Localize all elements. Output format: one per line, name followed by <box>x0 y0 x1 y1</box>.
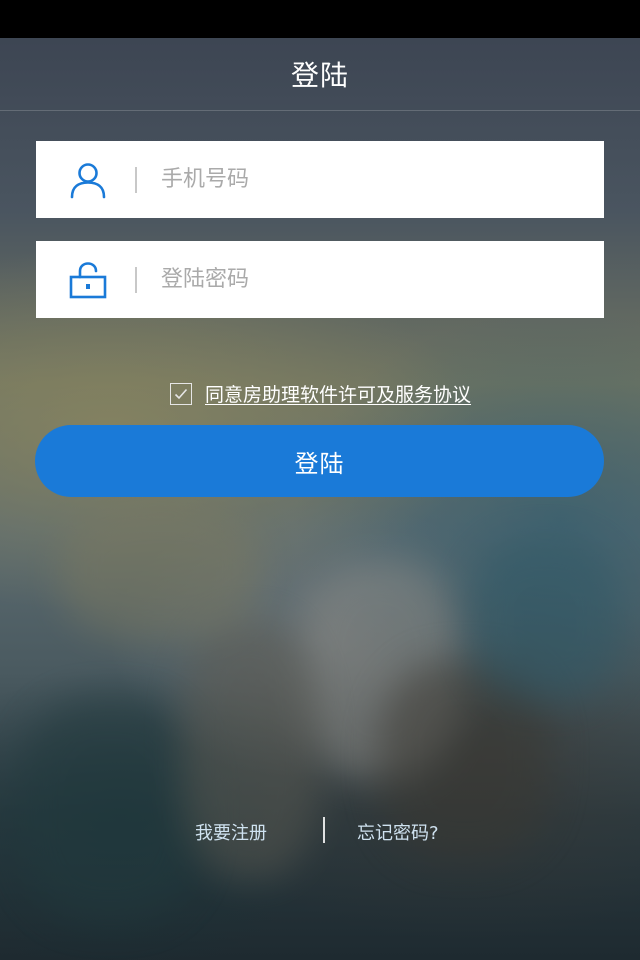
background-blob <box>470 540 620 700</box>
agreement-row: 同意房助理软件许可及服务协议 <box>170 380 471 407</box>
background-blob <box>20 700 200 920</box>
agree-checkbox[interactable] <box>170 382 192 405</box>
background-blob <box>60 500 260 640</box>
page-title: 登陆 <box>290 59 349 92</box>
user-icon <box>68 160 108 200</box>
field-divider <box>135 166 137 193</box>
login-button[interactable]: 登陆 <box>35 425 604 497</box>
status-bar <box>0 0 640 38</box>
agreement-link[interactable]: 同意房助理软件许可及服务协议 <box>205 380 471 407</box>
phone-field[interactable] <box>36 141 604 218</box>
password-field[interactable] <box>36 241 604 318</box>
title-bar: 登陆 <box>0 38 640 111</box>
register-link[interactable]: 我要注册 <box>195 819 267 845</box>
unlock-icon <box>68 260 108 300</box>
forgot-password-link[interactable]: 忘记密码? <box>357 819 439 845</box>
phone-input[interactable] <box>161 167 541 192</box>
password-input[interactable] <box>161 267 541 292</box>
checkmark-icon <box>174 388 188 399</box>
login-screen: 登陆 同意房助理软件许可及服务协议 登陆 <box>0 0 640 960</box>
footer-divider <box>323 817 325 843</box>
field-divider <box>135 266 137 293</box>
footer-links: 我要注册 忘记密码? <box>0 815 640 847</box>
